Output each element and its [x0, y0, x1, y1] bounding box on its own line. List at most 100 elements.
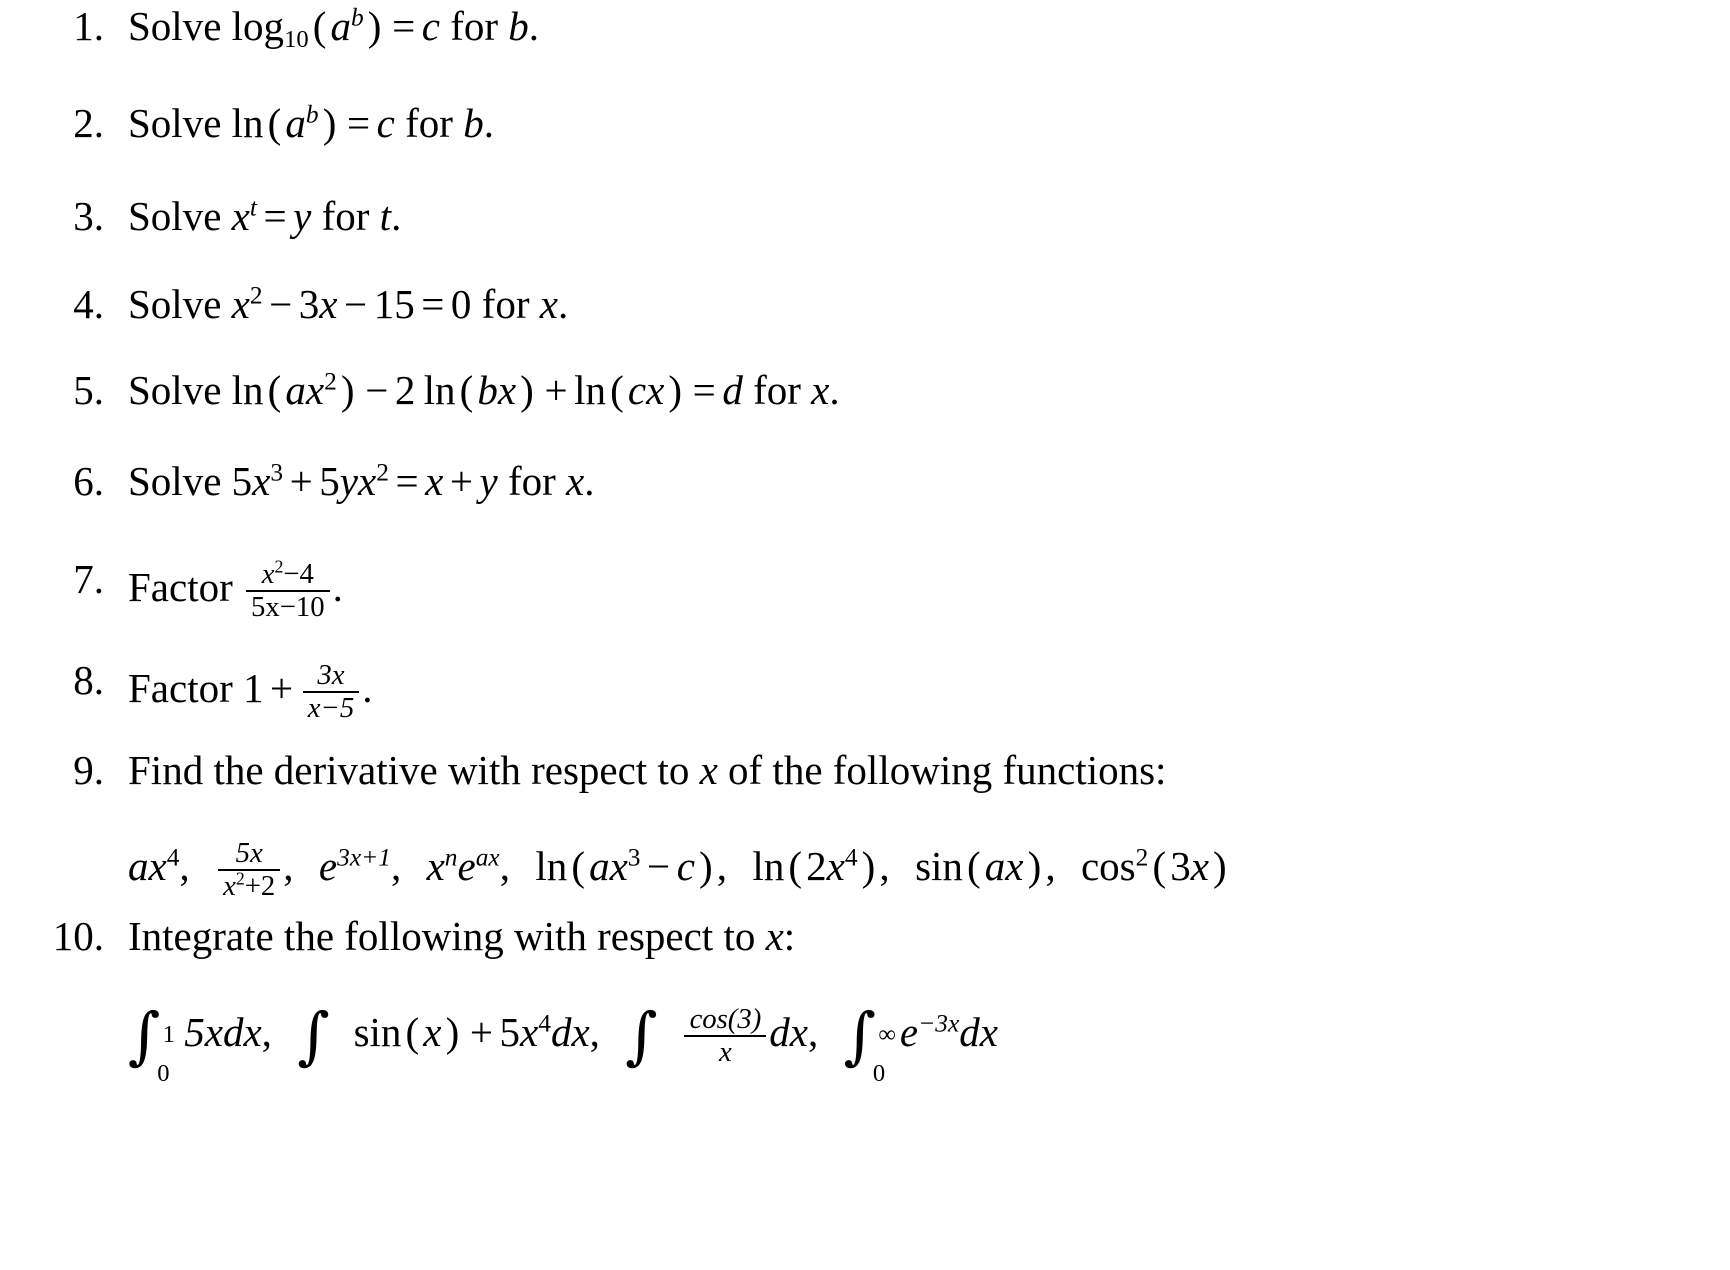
for-var-6: x: [566, 458, 585, 504]
minus-2-4: −: [344, 281, 368, 327]
integral-2-plus: +: [469, 1009, 493, 1056]
fn8-exp-2: 2: [1135, 843, 1149, 872]
fn2-denominator: x2+2: [217, 868, 281, 902]
problem-item-5: 5. Solve ln(ax2) −2 ln(bx) + ln(cx) = d for x…: [0, 367, 1730, 461]
fn3-base-e: e: [318, 843, 338, 890]
fraction-7: x2−4 5x−10: [245, 558, 330, 623]
fn5-coef-a: a: [589, 843, 610, 890]
fn5-comma: ,: [716, 843, 728, 890]
period-1: .: [528, 3, 540, 49]
verb-solve-4: Solve: [128, 281, 222, 327]
fraction-numerator-8: 3x: [317, 659, 345, 691]
exp-2-6: 2: [376, 458, 389, 487]
problem-item-10: 10. Integrate the following with respect…: [0, 916, 1730, 1004]
fn6-coef-2: 2: [806, 843, 827, 890]
equals-3: =: [263, 193, 287, 239]
num-var-x-7: x: [261, 558, 275, 590]
fraction-denominator-7: 5x−10: [245, 589, 330, 623]
coef-3-4: 3: [298, 281, 320, 327]
var-x-5a: x: [305, 367, 325, 413]
problem-body-6: Solve 5x3 +5yx2 = x + y for x.: [128, 458, 1730, 504]
close-paren-5a: ): [340, 367, 355, 413]
plus-5: +: [544, 367, 568, 413]
var-x-5c: x: [646, 367, 665, 413]
fn3-exp: 3x+1: [337, 843, 391, 872]
verb-solve-2: Solve: [128, 100, 222, 146]
coef-2-5: 2: [394, 367, 416, 413]
equals-2: =: [347, 100, 371, 146]
fn4-base-e: e: [457, 843, 476, 890]
integral-4-exp: −3x: [918, 1009, 960, 1038]
fn2-den-var: x: [223, 869, 236, 902]
integral-sign-2: ∫: [297, 999, 330, 1073]
fn8-var-x: x: [1190, 843, 1209, 890]
integral-2-exp-4: 4: [538, 1009, 551, 1038]
var-c-2: c: [376, 100, 395, 146]
integral-sign-1: ∫: [128, 999, 161, 1073]
equals-4: =: [421, 281, 445, 327]
const-1-8: 1: [243, 665, 264, 712]
fn6-var-x: x: [826, 843, 845, 890]
ln-function-name-5a: ln: [231, 367, 264, 413]
minus-1-4: −: [269, 281, 293, 327]
problem-body-1: Solve log10(ab) = c for b.: [128, 3, 1730, 52]
fn6-exp-4: 4: [844, 843, 858, 872]
fraction-denominator-8: x−5: [302, 690, 360, 724]
fn7-close-paren: ): [1027, 843, 1042, 890]
problem-number-2: 2.: [73, 100, 104, 146]
period-5: .: [829, 367, 840, 413]
var-d-5: d: [722, 367, 743, 413]
problem-item-7: 7. Factor x2−4 5x−10.: [0, 558, 1730, 660]
verb-solve-3: Solve: [128, 193, 222, 239]
problem-10-integral-row-wrapper: ∫ 1 0 5xdx, ∫ sin(x) +5x4dx, ∫ cos(3) x dx, ∫ ∞ 0 e−3x…: [0, 999, 1730, 1086]
period-4: .: [557, 281, 569, 327]
integral-3-denominator: x: [684, 1034, 767, 1068]
problem-body-2: Solve ln(ab) = c for b.: [128, 100, 1730, 146]
fn5-ln-name: ln: [535, 843, 568, 890]
problem-item-9: 9. Find the derivative with respect to x…: [0, 750, 1730, 838]
integral-4-dx: dx: [959, 1009, 998, 1056]
integral-2-coef-5: 5: [499, 1009, 521, 1056]
period-3: .: [391, 193, 402, 239]
fn7-open-paren: (: [967, 843, 981, 890]
open-paren-5b: (: [459, 367, 474, 413]
var-x-6b: x: [357, 458, 377, 504]
fn1-var-x: x: [148, 843, 167, 890]
fn5-const-c: c: [676, 843, 695, 890]
fn8-cos-name: cos: [1080, 843, 1136, 890]
for-var-3: t: [379, 193, 392, 239]
integral-3-numerator: cos(3): [689, 1003, 762, 1035]
for-word-2: for: [405, 100, 453, 146]
ln-function-name-2: ln: [231, 100, 264, 146]
problem-body-3: Solve xt = y for t.: [128, 193, 1730, 239]
problem-number-4: 4.: [73, 281, 104, 327]
integral-3-fraction: cos(3) x: [684, 1003, 767, 1068]
for-var-4: x: [539, 281, 558, 327]
integral-1-upper: 1: [162, 1021, 175, 1049]
coef-5-6a: 5: [231, 458, 253, 504]
exp-b-2: b: [305, 100, 319, 129]
var-y-6b: y: [479, 458, 498, 504]
verb-solve-5: Solve: [128, 367, 222, 413]
problem-list: 1. Solve log10(ab) = c for b. 2. Solve ln(…: [0, 3, 1730, 1086]
problem-item-2: 2. Solve ln(ab) = c for b.: [0, 100, 1730, 196]
integral-1-lower: 0: [157, 1059, 170, 1087]
verb-solve-1: Solve: [128, 3, 222, 49]
log-function-name: log: [231, 3, 285, 49]
period-7: .: [332, 564, 343, 611]
fn5-exp-3: 3: [627, 843, 641, 872]
plus-1-6: +: [289, 458, 313, 504]
problem-10-text-after: :: [783, 913, 796, 959]
problem-body-8: Factor 1 +3x x−5.: [128, 660, 1730, 724]
fn4-comma: ,: [499, 843, 510, 890]
fn6-comma: ,: [879, 843, 890, 890]
fn2-fraction: 5x x2+2: [217, 838, 281, 902]
problem-9-var-x: x: [699, 747, 718, 793]
const-15-4: 15: [373, 281, 415, 327]
var-x-6c: x: [425, 458, 444, 504]
var-b-5: b: [477, 367, 498, 413]
problem-number-1: 1.: [73, 3, 104, 49]
verb-factor-7: Factor: [128, 564, 233, 611]
var-y-6: y: [339, 458, 358, 504]
integral-4-base-e: e: [899, 1009, 919, 1056]
